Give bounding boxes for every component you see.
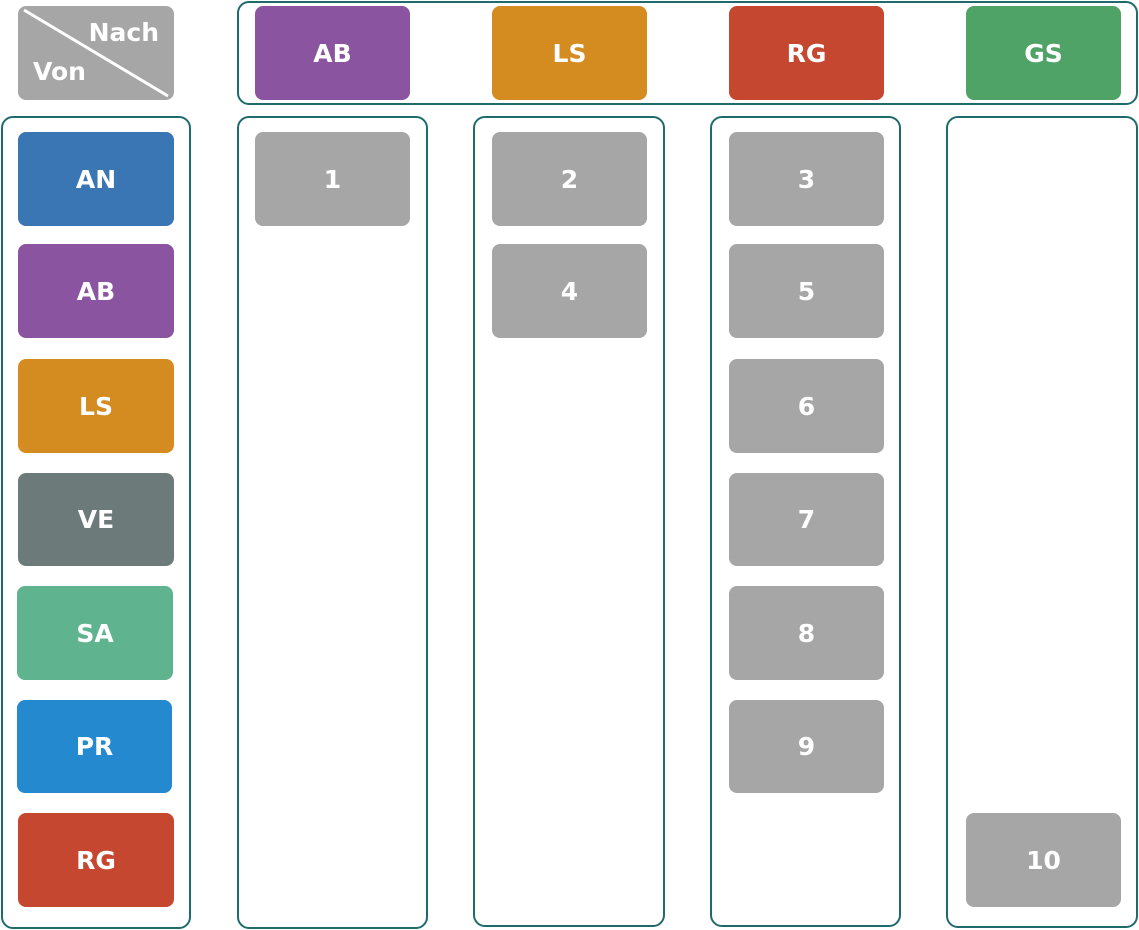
von-nach-corner-cell: Nach Von xyxy=(18,6,174,100)
from-row-rg: RG xyxy=(18,813,174,907)
column-panel-gs xyxy=(946,116,1138,928)
column-panel-ls xyxy=(473,116,665,927)
transition-cell-4: 4 xyxy=(492,244,647,338)
from-row-ls: LS xyxy=(18,359,174,453)
transition-cell-9: 9 xyxy=(729,700,884,793)
to-column-header-ab: AB xyxy=(255,6,410,100)
to-label: Nach xyxy=(88,18,159,47)
to-column-header-rg: RG xyxy=(729,6,884,100)
transition-cell-7: 7 xyxy=(729,473,884,566)
from-row-an: AN xyxy=(18,132,174,226)
transition-cell-10: 10 xyxy=(966,813,1121,907)
from-label: Von xyxy=(33,57,86,86)
transition-cell-2: 2 xyxy=(492,132,647,226)
from-row-ab: AB xyxy=(18,244,174,338)
column-panel-ab xyxy=(237,116,428,929)
from-row-pr: PR xyxy=(17,700,172,793)
to-column-header-ls: LS xyxy=(492,6,647,100)
to-column-header-gs: GS xyxy=(966,6,1121,100)
from-row-ve: VE xyxy=(18,473,174,566)
transition-cell-3: 3 xyxy=(729,132,884,226)
transition-cell-8: 8 xyxy=(729,586,884,680)
from-row-sa: SA xyxy=(17,586,173,680)
transition-cell-6: 6 xyxy=(729,359,884,453)
transition-cell-1: 1 xyxy=(255,132,410,226)
transition-cell-5: 5 xyxy=(729,244,884,338)
